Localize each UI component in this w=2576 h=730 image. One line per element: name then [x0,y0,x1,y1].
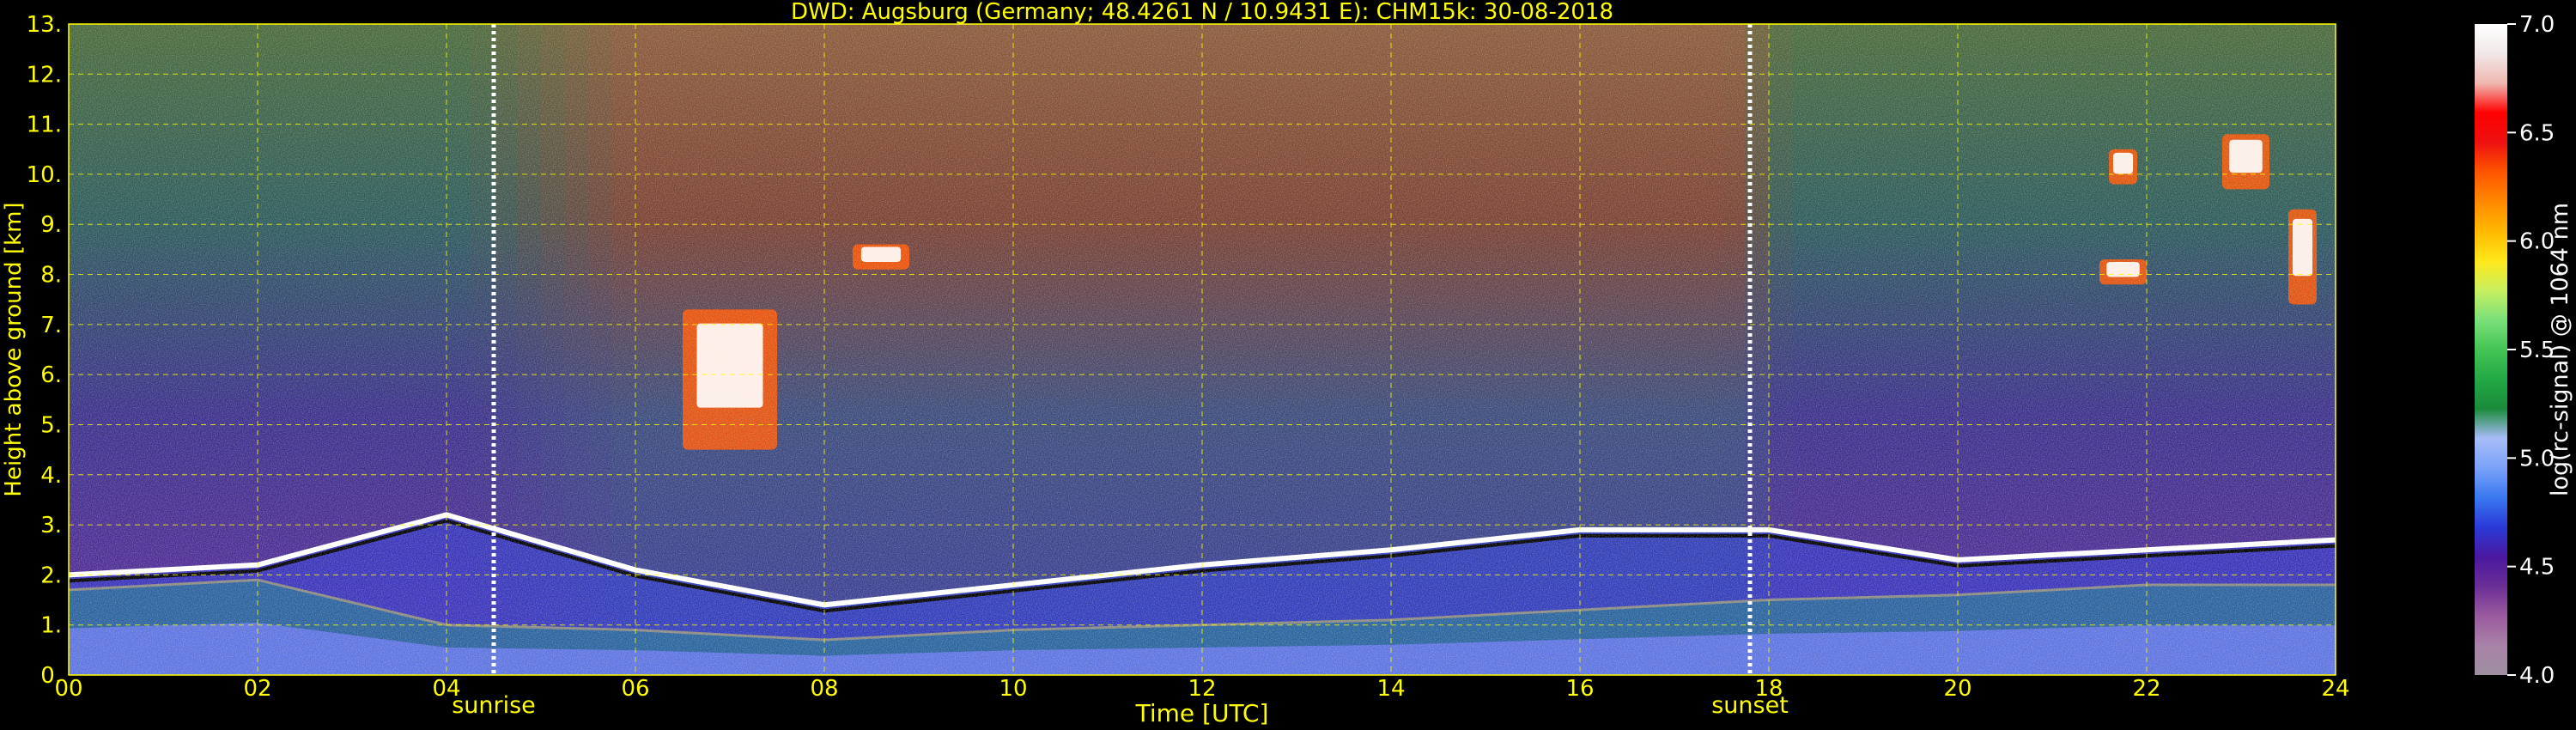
x-axis-label: Time [UTC] [1135,699,1269,727]
colorbar: 4.04.55.05.56.06.57.0 log(rc-signal) @ 1… [2475,12,2573,689]
x-tick-label: 20 [1943,676,1971,702]
x-axis-ticks: 00 02 04 06 08 10 12 14 16 18 20 22 24 [54,676,2349,702]
y-tick-label: 0. [40,663,62,689]
y-axis-ticks: 0. 1. 2. 3. 4. 5. 6. 7. 8. 9. 10. 11. 12. 13. [27,12,62,689]
y-tick-label: 2. [40,563,62,588]
x-tick-label: 24 [2321,676,2349,702]
x-tick-label: 14 [1376,676,1405,702]
x-tick-label: 12 [1188,676,1216,702]
y-tick-label: 1. [40,613,62,639]
x-tick-label: 10 [999,676,1027,702]
colorbar-gradient [2475,24,2507,675]
y-tick-label: 4. [40,463,62,489]
y-tick-label: 8. [40,263,62,289]
sunset-label: sunset [1711,692,1789,719]
x-tick-label: 06 [621,676,649,702]
x-tick-label: 08 [810,676,838,702]
y-tick-label: 11. [27,113,62,138]
y-tick-label: 5. [40,412,62,438]
x-tick-label: 16 [1565,676,1594,702]
y-tick-label: 12. [27,62,62,88]
y-tick-label: 13. [27,12,62,38]
colorbar-tick-label: 4.0 [2519,663,2555,689]
sunrise-label: sunrise [452,692,536,719]
y-tick-label: 9. [40,212,62,238]
colorbar-label: log(rc-signal) @ 1064 nm [2547,203,2573,496]
x-tick-label: 22 [2132,676,2160,702]
y-axis-label: Height above ground [km] [1,202,27,496]
chart-title: DWD: Augsburg (Germany; 48.4261 N / 10.9… [791,0,1613,25]
lidar-chart: DWD: Augsburg (Germany; 48.4261 N / 10.9… [1,0,2573,727]
plot-area [69,24,2336,675]
y-tick-label: 10. [27,162,62,188]
y-tick-label: 7. [40,313,62,338]
colorbar-tick-label: 7.0 [2519,12,2555,38]
y-tick-label: 6. [40,362,62,388]
x-tick-label: 02 [243,676,271,702]
colorbar-tick-label: 4.5 [2519,555,2555,581]
y-tick-label: 3. [40,513,62,538]
colorbar-tick-label: 6.5 [2519,120,2555,146]
